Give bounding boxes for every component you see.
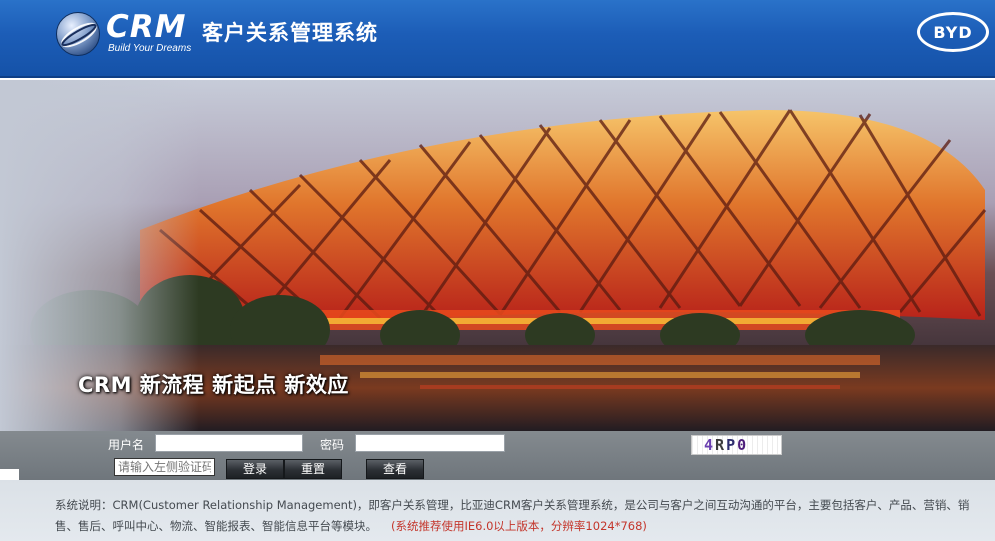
captcha-char: P: [726, 436, 738, 454]
reset-button[interactable]: 重置: [284, 459, 342, 479]
captcha-char: 4: [704, 436, 716, 454]
login-bar: 用户名 密码 4RP0 登录 重置 查看: [0, 431, 995, 480]
banner-slogan: CRM 新流程 新起点 新效应: [78, 373, 349, 397]
byd-badge: BYD: [917, 12, 989, 52]
username-label: 用户名: [108, 438, 145, 452]
password-input[interactable]: [355, 434, 505, 452]
captcha-image[interactable]: 4RP0: [691, 435, 782, 455]
username-input[interactable]: [155, 434, 303, 452]
logo-slogan: Build Your Dreams: [108, 43, 192, 54]
crm-globe-icon: [56, 12, 100, 56]
login-button[interactable]: 登录: [226, 459, 284, 479]
system-description: 系统说明：CRM(Customer Relationship Managemen…: [55, 495, 990, 537]
app-header: CRM Build Your Dreams 客户关系管理系统 BYD: [0, 0, 995, 78]
captcha-char: R: [715, 436, 727, 454]
stadium-banner: CRM 新流程 新起点 新效应: [0, 80, 995, 431]
view-button[interactable]: 查看: [366, 459, 424, 479]
app-title: 客户关系管理系统: [202, 21, 378, 45]
captcha-input[interactable]: [114, 458, 215, 476]
logo-text: CRM: [106, 9, 187, 45]
captcha-char: 0: [737, 436, 749, 454]
browser-note: (系统推荐使用IE6.0以上版本，分辨率1024*768): [391, 519, 647, 533]
login-bar-notch: [0, 469, 19, 480]
footer: 系统说明：CRM(Customer Relationship Managemen…: [0, 480, 995, 541]
password-label: 密码: [320, 438, 345, 452]
